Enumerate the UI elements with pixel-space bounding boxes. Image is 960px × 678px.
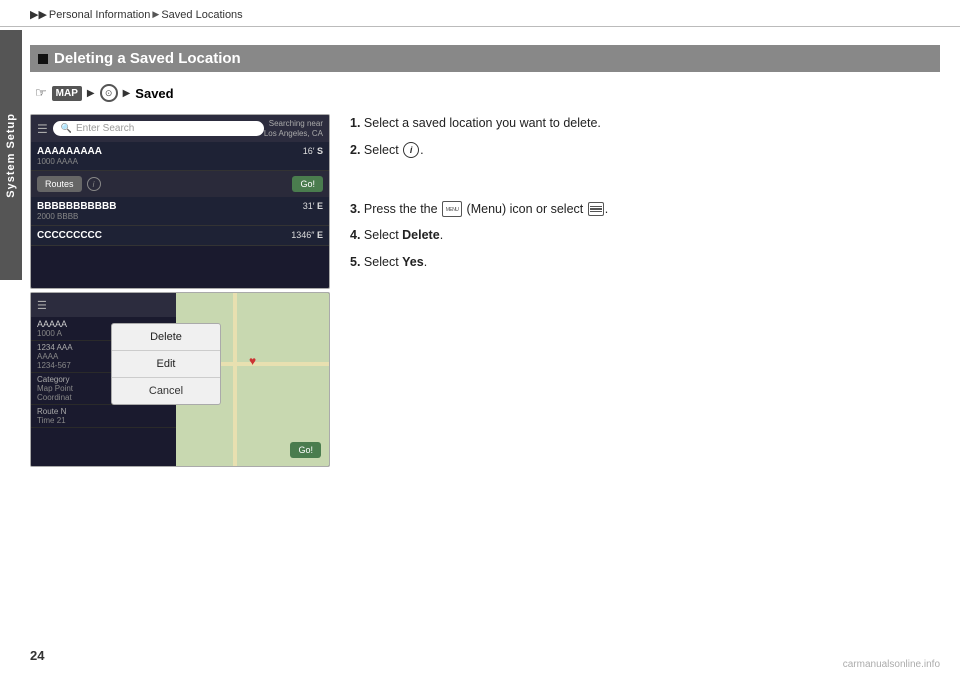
info-icon-step2: i (403, 142, 419, 158)
instruction-step-3: 3. Press the the MENU (Menu) icon or sel… (350, 200, 940, 219)
breadcrumb-arrow: ▶ (152, 9, 159, 20)
ss-searching-text: Searching near (264, 119, 323, 129)
sidebar-tab: System Setup (0, 30, 22, 280)
ss-item1-dist: 16′ S (303, 146, 323, 156)
instruction-step-4: 4. Select Delete. (350, 226, 940, 245)
ss-item1-name: AAAAAAAAA (37, 146, 323, 157)
ss-cancel-item: Cancel (112, 378, 220, 404)
step-1-text: Select a saved location you want to dele… (364, 116, 601, 130)
sidebar-label: System Setup (5, 113, 17, 198)
ss-time-label: Time 21 (37, 416, 170, 425)
step-2-number: 2. (350, 143, 360, 157)
ss-item2-dist: 31′ E (303, 201, 323, 211)
step-5-prefix: Select (364, 255, 399, 269)
ss-list-wrapper: ▼ 31′ E BBBBBBBBBBB 2000 BBBB 1346″ E (31, 197, 329, 246)
breadcrumb: ▶▶ Personal Information ▶ Saved Location… (30, 8, 243, 21)
step-4-action: Delete (402, 228, 440, 242)
ss-list-item-2: 31′ E BBBBBBBBBBB 2000 BBBB (31, 197, 329, 226)
ss-delete-item: Delete (112, 324, 220, 351)
step-2-prefix: Select (364, 143, 399, 157)
ss-bottom-header: ☰ (31, 293, 176, 317)
ss-heart-icon: ♥ (249, 354, 256, 368)
screenshots-column: ☰ 🔍 Enter Search Searching near Los Ange… (30, 114, 330, 470)
ss-route-label: Route N (37, 407, 170, 416)
ss-go-btn: Go! (292, 176, 323, 192)
ss-item3-dist: 1346″ E (291, 230, 323, 240)
instruction-step-5: 5. Select Yes. (350, 253, 940, 272)
menu-icon-small-step3 (588, 202, 604, 216)
main-content: Deleting a Saved Location ☞ MAP ▶ ⊙ ▶ Sa… (30, 30, 940, 648)
ss-item3-name: CCCCCCCCC (37, 230, 323, 241)
step-5-number: 5. (350, 255, 360, 269)
ss-search-placeholder: Enter Search (76, 123, 134, 134)
ss-bottom-menu-icon: ☰ (37, 299, 47, 312)
watermark: carmanualsonline.info (843, 659, 940, 670)
breadcrumb-divider (0, 26, 960, 27)
menu-icon-text: MENU (446, 207, 459, 215)
ss-item2-sub: 2000 BBBB (37, 212, 323, 221)
step-3-prefix: Press the (364, 202, 417, 216)
ss-edit-item: Edit (112, 351, 220, 378)
ss-menu-icon: ☰ (37, 122, 48, 136)
step-3-menu-label: (Menu) icon or select (467, 202, 584, 216)
map-road-v (233, 293, 237, 466)
ss-down-arrow: ▼ (30, 217, 35, 238)
ss-bottom-route: Route N Time 21 (31, 405, 176, 428)
ss-searching-near: Searching near Los Angeles, CA (264, 119, 323, 138)
ss-routes-btn: Routes (37, 176, 82, 192)
map-icon: MAP (52, 86, 82, 101)
nav-path: ☞ MAP ▶ ⊙ ▶ Saved (35, 84, 940, 102)
step-5-action: Yes (402, 255, 424, 269)
breadcrumb-part1: Personal Information (49, 9, 151, 21)
ss-map-go-btn: Go! (290, 442, 321, 458)
screenshot-top: ☰ 🔍 Enter Search Searching near Los Ange… (30, 114, 330, 289)
breadcrumb-arrows: ▶▶ (30, 8, 47, 21)
menu-small-line2 (590, 208, 602, 210)
breadcrumb-part2: Saved Locations (161, 9, 242, 21)
ss-list-item-3: 1346″ E CCCCCCCCC (31, 226, 329, 246)
menu-icon-step3: MENU (442, 201, 462, 217)
ss-location-text: Los Angeles, CA (264, 129, 323, 139)
nav-arrow1: ▶ (87, 88, 95, 99)
ss-overlay-menu: Delete Edit Cancel (111, 323, 221, 405)
nav-arrow2: ▶ (123, 88, 131, 99)
menu-small-line1 (590, 206, 602, 208)
instructions-column: 1. Select a saved location you want to d… (350, 114, 940, 470)
ss-item2-name: BBBBBBBBBBB (37, 201, 323, 212)
step-1-number: 1. (350, 116, 360, 130)
step-3-number: 3. (350, 202, 360, 216)
nav-saved-label: Saved (135, 86, 173, 101)
ss-search-icon: 🔍 (61, 123, 72, 134)
ss-info-icon: i (87, 177, 101, 191)
screenshot-bottom: ☰ AAAAA 1000 A 1234 AAA AAAA 1234-567 Ca… (30, 292, 330, 467)
step-4-prefix: Select (364, 228, 399, 242)
ss-list-item-1: 16′ S AAAAAAAAA 1000 AAAA (31, 142, 329, 171)
menu-small-line3 (590, 211, 602, 213)
instruction-step-2: 2. Select i. (350, 141, 940, 160)
page-number: 24 (30, 648, 44, 663)
ss-search-header: ☰ 🔍 Enter Search Searching near Los Ange… (31, 115, 329, 142)
finger-icon: ☞ (35, 85, 47, 101)
section-heading: Deleting a Saved Location (30, 45, 940, 72)
heading-square (38, 54, 48, 64)
ss-search-box: 🔍 Enter Search (53, 121, 264, 136)
nav-circle-icon: ⊙ (100, 84, 118, 102)
ss-bottom-down-arrow: ▼ (30, 363, 35, 384)
section-title: Deleting a Saved Location (54, 50, 241, 67)
step-4-number: 4. (350, 228, 360, 242)
content-columns: ☰ 🔍 Enter Search Searching near Los Ange… (30, 114, 940, 470)
ss-item1-sub: 1000 AAAA (37, 157, 323, 166)
instruction-step-1: 1. Select a saved location you want to d… (350, 114, 940, 133)
ss-routes-row: Routes i Go! (31, 171, 329, 197)
